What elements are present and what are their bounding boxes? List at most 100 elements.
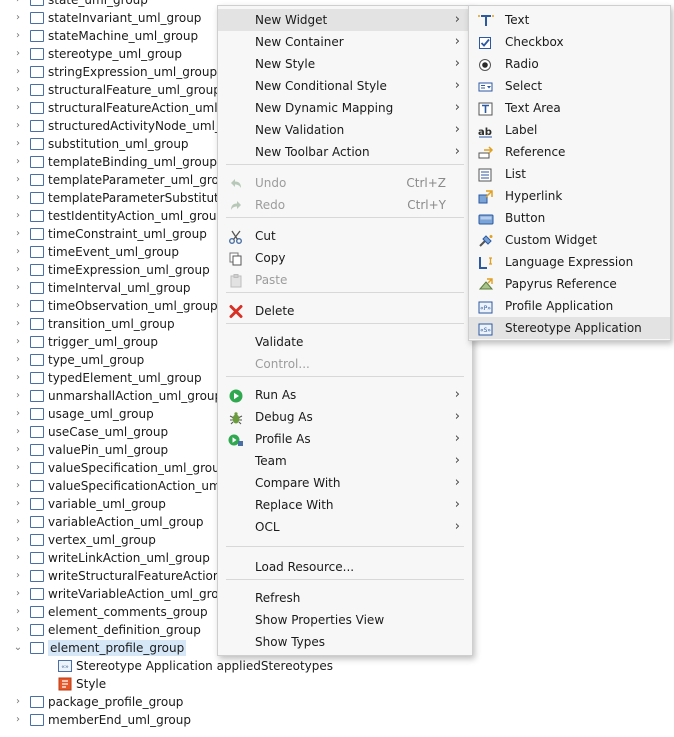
tree-child-item[interactable]: Style <box>58 675 106 693</box>
chevron-right-icon[interactable]: › <box>12 531 24 549</box>
tree-item[interactable]: › templateParameter_uml_group <box>12 171 234 189</box>
chevron-right-icon[interactable]: › <box>12 207 24 225</box>
tree-item[interactable]: › timeInterval_uml_group <box>12 279 191 297</box>
tree-item[interactable]: › timeObservation_uml_group <box>12 297 218 315</box>
menu-item-new-validation[interactable]: New Validation › <box>218 119 472 141</box>
chevron-right-icon[interactable]: › <box>12 279 24 297</box>
submenu-item-hyperlink[interactable]: Hyperlink <box>469 185 670 207</box>
menu-item-run-as[interactable]: Run As › <box>218 384 472 406</box>
chevron-right-icon[interactable]: › <box>12 423 24 441</box>
chevron-right-icon[interactable]: › <box>12 9 24 27</box>
chevron-right-icon[interactable]: › <box>12 693 24 711</box>
menu-item-ocl[interactable]: OCL › <box>218 516 472 538</box>
tree-item[interactable]: › package_profile_group <box>12 693 183 711</box>
chevron-right-icon[interactable]: › <box>12 99 24 117</box>
chevron-right-icon[interactable]: › <box>12 477 24 495</box>
chevron-right-icon[interactable]: › <box>12 495 24 513</box>
tree-item[interactable]: › writeVariableAction_uml_group <box>12 585 234 603</box>
menu-item-profile-as[interactable]: Profile As › <box>218 428 472 450</box>
tree-child-item[interactable]: «» Stereotype Application appliedStereoty… <box>58 657 333 675</box>
chevron-right-icon[interactable]: › <box>12 27 24 45</box>
tree-item[interactable]: › timeExpression_uml_group <box>12 261 210 279</box>
submenu-item-select[interactable]: Select <box>469 75 670 97</box>
menu-item-validate[interactable]: Validate <box>218 331 472 353</box>
chevron-right-icon[interactable]: › <box>12 387 24 405</box>
chevron-right-icon[interactable]: › <box>12 603 24 621</box>
tree-item[interactable]: › element_definition_group <box>12 621 201 639</box>
tree-item[interactable]: › element_comments_group <box>12 603 208 621</box>
menu-item-debug-as[interactable]: Debug As › <box>218 406 472 428</box>
menu-item-delete[interactable]: Delete <box>218 300 472 322</box>
tree-item[interactable]: ⌄ element_profile_group <box>12 639 187 657</box>
chevron-right-icon[interactable]: › <box>12 711 24 729</box>
tree-item[interactable]: › memberEnd_uml_group <box>12 711 191 729</box>
tree-item[interactable]: › structuredActivityNode_uml_g <box>12 117 229 135</box>
submenu-item-profile-application[interactable]: «P» Profile Application <box>469 295 670 317</box>
chevron-right-icon[interactable]: › <box>12 297 24 315</box>
chevron-right-icon[interactable]: › <box>12 567 24 585</box>
menu-item-team[interactable]: Team › <box>218 450 472 472</box>
tree-item[interactable]: › variableAction_uml_group <box>12 513 203 531</box>
tree-item[interactable]: › substitution_uml_group <box>12 135 189 153</box>
tree-item[interactable]: › valuePin_uml_group <box>12 441 168 459</box>
chevron-right-icon[interactable]: › <box>12 369 24 387</box>
tree-item[interactable]: › stateMachine_uml_group <box>12 27 198 45</box>
tree-item[interactable]: › timeEvent_uml_group <box>12 243 179 261</box>
tree-item[interactable]: › valueSpecificationAction_uml <box>12 477 224 495</box>
tree-item[interactable]: › templateBinding_uml_group <box>12 153 217 171</box>
tree-item[interactable]: › variable_uml_group <box>12 495 166 513</box>
tree-item[interactable]: › stateInvariant_uml_group <box>12 9 201 27</box>
tree-item[interactable]: › testIdentityAction_uml_group <box>12 207 224 225</box>
chevron-right-icon[interactable]: › <box>12 63 24 81</box>
menu-item-new-style[interactable]: New Style › <box>218 53 472 75</box>
tree-item[interactable]: › stereotype_uml_group <box>12 45 182 63</box>
submenu-item-custom-widget[interactable]: Custom Widget <box>469 229 670 251</box>
menu-item-compare-with[interactable]: Compare With › <box>218 472 472 494</box>
tree-item[interactable]: › templateParameterSubstitutio <box>12 189 229 207</box>
menu-item-new-toolbar-action[interactable]: New Toolbar Action › <box>218 141 472 163</box>
tree-item[interactable]: › stringExpression_uml_group <box>12 63 217 81</box>
menu-item-replace-with[interactable]: Replace With › <box>218 494 472 516</box>
submenu-item-stereotype-application[interactable]: «S» Stereotype Application <box>469 317 670 339</box>
tree-item[interactable]: › writeStructuralFeatureAction_ <box>12 567 227 585</box>
chevron-right-icon[interactable]: › <box>12 153 24 171</box>
chevron-right-icon[interactable]: › <box>12 117 24 135</box>
submenu-item-button[interactable]: Button <box>469 207 670 229</box>
tree-item[interactable]: › timeConstraint_uml_group <box>12 225 207 243</box>
chevron-right-icon[interactable]: › <box>12 135 24 153</box>
menu-item-show-properties-view[interactable]: Show Properties View <box>218 609 472 631</box>
menu-item-copy[interactable]: Copy <box>218 247 472 269</box>
tree-item[interactable]: › vertex_uml_group <box>12 531 156 549</box>
chevron-right-icon[interactable]: › <box>12 315 24 333</box>
submenu-item-language-expression[interactable]: Language Expression <box>469 251 670 273</box>
chevron-right-icon[interactable]: › <box>12 189 24 207</box>
chevron-right-icon[interactable]: › <box>12 45 24 63</box>
chevron-right-icon[interactable]: › <box>12 351 24 369</box>
menu-item-new-widget[interactable]: New Widget › <box>218 9 472 31</box>
chevron-right-icon[interactable]: › <box>12 0 24 9</box>
submenu-item-text[interactable]: Text <box>469 9 670 31</box>
menu-item-new-conditional-style[interactable]: New Conditional Style › <box>218 75 472 97</box>
chevron-right-icon[interactable]: › <box>12 225 24 243</box>
submenu-item-text-area[interactable]: Text Area <box>469 97 670 119</box>
submenu-item-checkbox[interactable]: Checkbox <box>469 31 670 53</box>
tree-item[interactable]: › valueSpecification_uml_group <box>12 459 227 477</box>
chevron-right-icon[interactable]: › <box>12 261 24 279</box>
tree-item[interactable]: › usage_uml_group <box>12 405 154 423</box>
chevron-right-icon[interactable]: › <box>12 441 24 459</box>
chevron-right-icon[interactable]: › <box>12 621 24 639</box>
tree-item[interactable]: › state_uml_group <box>12 0 148 9</box>
submenu-item-label[interactable]: ab Label <box>469 119 670 141</box>
submenu-item-reference[interactable]: Reference <box>469 141 670 163</box>
tree-item[interactable]: › typedElement_uml_group <box>12 369 202 387</box>
chevron-right-icon[interactable]: › <box>12 513 24 531</box>
chevron-right-icon[interactable]: › <box>12 333 24 351</box>
chevron-right-icon[interactable]: › <box>12 243 24 261</box>
submenu-item-list[interactable]: List <box>469 163 670 185</box>
tree-item[interactable]: › useCase_uml_group <box>12 423 168 441</box>
tree-item[interactable]: › structuralFeature_uml_group <box>12 81 221 99</box>
chevron-down-icon[interactable]: ⌄ <box>12 639 24 657</box>
chevron-right-icon[interactable]: › <box>12 459 24 477</box>
menu-item-new-container[interactable]: New Container › <box>218 31 472 53</box>
chevron-right-icon[interactable]: › <box>12 405 24 423</box>
